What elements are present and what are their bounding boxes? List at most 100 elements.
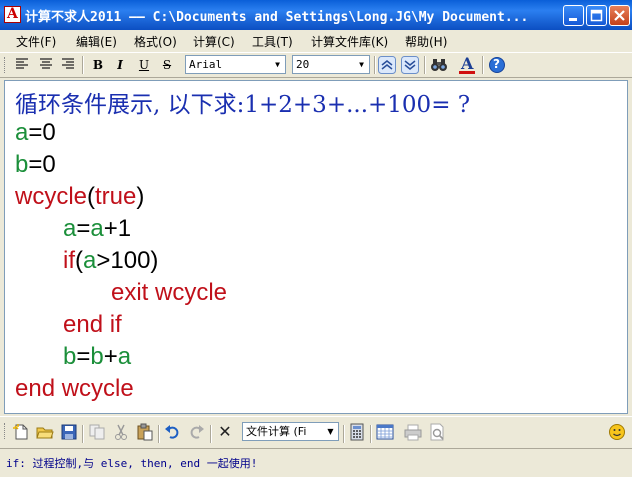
toolbar-separator bbox=[82, 425, 84, 443]
new-file-button[interactable] bbox=[12, 423, 30, 441]
app-icon-letter: A bbox=[7, 6, 18, 22]
new-file-icon bbox=[13, 424, 28, 440]
code-line: exit wcycle bbox=[111, 279, 227, 307]
delete-button[interactable]: ✕ bbox=[216, 423, 234, 441]
operator-token: = bbox=[76, 343, 91, 370]
bold-button[interactable]: B bbox=[88, 56, 108, 74]
minimize-button[interactable] bbox=[563, 5, 584, 26]
variable-token: a bbox=[117, 343, 132, 370]
decrease-size-button[interactable] bbox=[401, 56, 419, 74]
menu-calc-library[interactable]: 计算文件库(K) bbox=[311, 33, 388, 50]
chevron-down-icon[interactable]: ▼ bbox=[271, 57, 284, 72]
font-color-button[interactable]: A bbox=[458, 54, 476, 74]
toolbar-separator bbox=[482, 56, 484, 74]
underline-button[interactable]: U bbox=[134, 56, 154, 74]
maximize-icon bbox=[590, 9, 603, 22]
toolbar-separator bbox=[370, 425, 372, 443]
operator-token: =0 bbox=[28, 151, 56, 178]
menu-edit[interactable]: 编辑(E) bbox=[76, 33, 117, 50]
status-text: if: 过程控制,与 else, then, end 一起使用! bbox=[6, 457, 258, 470]
copy-button[interactable] bbox=[88, 423, 106, 441]
toolbar-separator bbox=[343, 425, 345, 443]
paste-button[interactable] bbox=[136, 423, 154, 441]
keyword-token: end wcycle bbox=[15, 375, 134, 402]
variable-token: a bbox=[15, 119, 29, 146]
maximize-button[interactable] bbox=[586, 5, 607, 26]
variable-token: b bbox=[15, 151, 29, 178]
operator-token: ( bbox=[87, 183, 96, 210]
strikethrough-button[interactable]: S bbox=[157, 56, 177, 74]
keyword-token: end if bbox=[63, 311, 122, 338]
app-icon[interactable]: A bbox=[4, 6, 21, 23]
open-folder-icon bbox=[36, 427, 54, 439]
cut-button[interactable] bbox=[112, 423, 130, 441]
bottom-toolbar: ✕ 文件计算 (Fi ▼ bbox=[0, 416, 632, 447]
toolbar-grip[interactable] bbox=[4, 57, 8, 73]
align-center-icon bbox=[40, 58, 52, 69]
toolbar-separator bbox=[210, 425, 212, 443]
open-file-button[interactable] bbox=[36, 423, 54, 441]
assistant-button[interactable] bbox=[608, 423, 626, 441]
font-name-select[interactable]: Arial ▼ bbox=[185, 55, 286, 74]
help-button[interactable]: ? bbox=[488, 56, 506, 74]
undo-icon bbox=[165, 425, 179, 439]
align-center-button[interactable] bbox=[36, 56, 56, 74]
align-right-button[interactable] bbox=[58, 56, 78, 74]
chevron-down-icon[interactable]: ▼ bbox=[355, 57, 368, 72]
editor-heading: 循环条件展示, 以下求:1+2+3+...+100= ? bbox=[15, 92, 471, 118]
toolbar-grip[interactable] bbox=[4, 423, 8, 439]
keyword-token: true bbox=[95, 183, 137, 210]
code-line: a=a+1 bbox=[63, 215, 131, 243]
save-icon bbox=[61, 424, 77, 440]
find-button[interactable] bbox=[430, 56, 448, 74]
align-left-button[interactable] bbox=[12, 56, 32, 74]
variable-token: a bbox=[90, 215, 104, 242]
code-editor[interactable]: 循环条件展示, 以下求:1+2+3+...+100= ? a=0 b=0 wcy… bbox=[4, 80, 628, 414]
table-button[interactable] bbox=[376, 423, 394, 441]
title-bar[interactable]: A 计算不求人2011 —— C:\Documents and Settings… bbox=[0, 0, 632, 30]
variable-token: a bbox=[83, 247, 97, 274]
chevron-down-icon[interactable]: ▼ bbox=[324, 424, 337, 439]
undo-button[interactable] bbox=[164, 423, 182, 441]
code-line: end if bbox=[63, 311, 122, 339]
font-size-value: 20 bbox=[296, 58, 310, 71]
keyword-token: exit wcycle bbox=[111, 279, 228, 306]
binoculars-icon bbox=[431, 59, 447, 71]
keyword-token: wcycle bbox=[15, 183, 88, 210]
redo-button[interactable] bbox=[187, 423, 205, 441]
italic-button[interactable]: I bbox=[110, 56, 130, 74]
operator-token: +1 bbox=[103, 215, 132, 242]
variable-token: b bbox=[63, 343, 77, 370]
toolbar-separator bbox=[424, 56, 426, 74]
menu-format[interactable]: 格式(O) bbox=[134, 33, 177, 50]
menu-calculate[interactable]: 计算(C) bbox=[193, 33, 235, 50]
minimize-icon bbox=[569, 18, 577, 21]
increase-size-button[interactable] bbox=[378, 56, 396, 74]
font-size-select[interactable]: 20 ▼ bbox=[292, 55, 370, 74]
operator-token: = bbox=[76, 215, 91, 242]
smiley-icon bbox=[609, 424, 625, 440]
menu-help[interactable]: 帮助(H) bbox=[405, 33, 447, 50]
variable-token: b bbox=[90, 343, 104, 370]
color-swatch bbox=[459, 71, 475, 74]
code-line: wcycle(true) bbox=[15, 183, 144, 211]
print-button[interactable] bbox=[404, 423, 422, 441]
paste-icon bbox=[137, 423, 153, 441]
menu-file[interactable]: 文件(F) bbox=[16, 33, 56, 50]
close-button[interactable] bbox=[609, 5, 630, 26]
code-line: if(a>100) bbox=[63, 247, 158, 275]
align-right-icon bbox=[62, 58, 74, 69]
toolbar-separator bbox=[374, 56, 376, 74]
code-line: end wcycle bbox=[15, 375, 134, 403]
toolbar-separator bbox=[158, 425, 160, 443]
double-chevron-down-icon bbox=[401, 56, 419, 74]
operator-token: ) bbox=[136, 183, 145, 210]
print-preview-button[interactable] bbox=[428, 423, 446, 441]
calculator-button[interactable] bbox=[348, 423, 366, 441]
save-button[interactable] bbox=[60, 423, 78, 441]
calc-mode-select[interactable]: 文件计算 (Fi ▼ bbox=[242, 422, 339, 441]
menu-tools[interactable]: 工具(T) bbox=[252, 33, 293, 50]
table-icon bbox=[376, 424, 394, 440]
calculator-icon bbox=[350, 423, 364, 441]
code-line: a=0 bbox=[15, 119, 56, 147]
